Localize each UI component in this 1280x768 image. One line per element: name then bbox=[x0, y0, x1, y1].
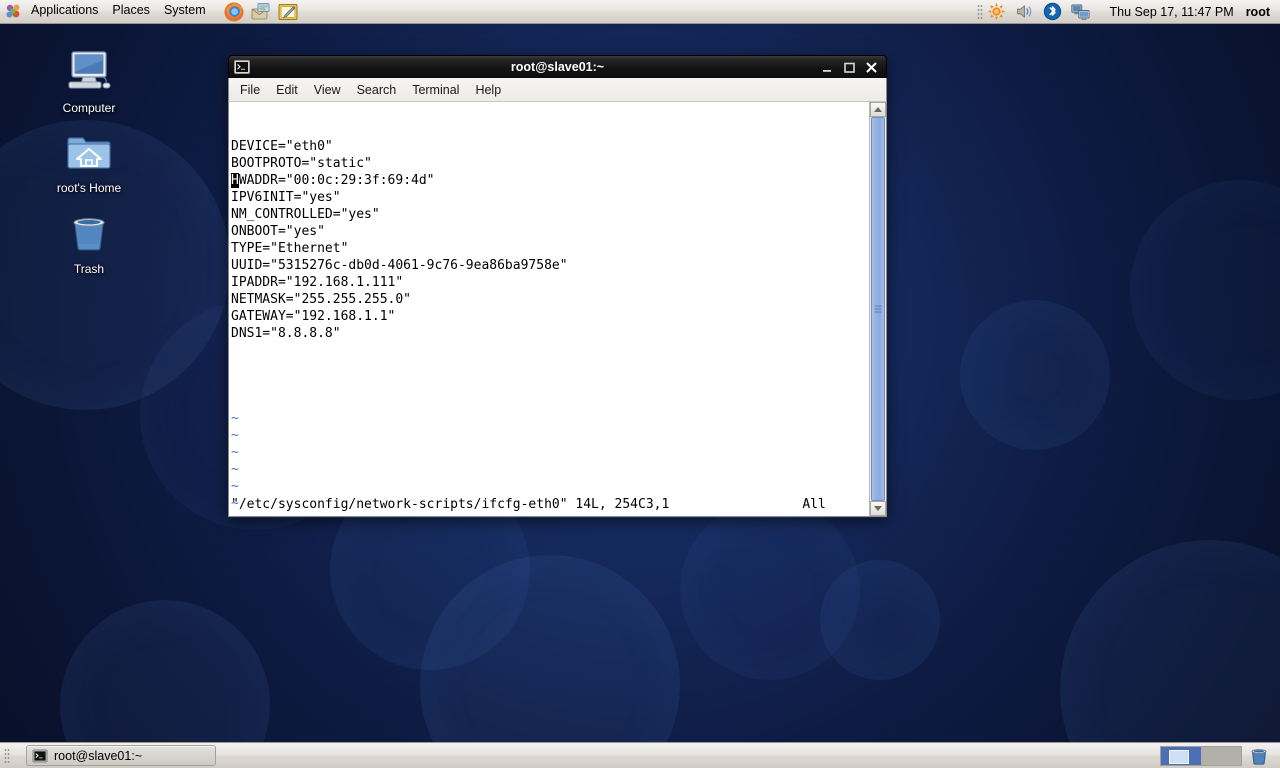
vim-buffer-line: GATEWAY="192.168.1.1" bbox=[231, 309, 396, 324]
vim-buffer-line: DNS1="8.8.8.8" bbox=[231, 326, 341, 341]
vim-buffer-line: BOOTPROTO="static" bbox=[231, 156, 372, 171]
vim-buffer-line: IPADDR="192.168.1.111" bbox=[231, 275, 404, 290]
desktop-icon-home[interactable]: root's Home bbox=[34, 126, 144, 195]
vim-buffer-line: ONBOOT="yes" bbox=[231, 224, 325, 239]
bottom-panel: root@slave01:~ bbox=[0, 742, 1280, 768]
system-tray bbox=[987, 2, 1090, 21]
network-monitors-icon[interactable] bbox=[1070, 2, 1090, 21]
evolution-mail-icon[interactable] bbox=[250, 1, 272, 23]
workspace-1[interactable] bbox=[1161, 746, 1201, 765]
window-titlebar[interactable]: root@slave01:~ bbox=[228, 55, 887, 78]
menu-applications[interactable]: Applications bbox=[24, 0, 105, 24]
vim-buffer-lines: DEVICE="eth0" BOOTPROTO="static" HWADDR="0… bbox=[231, 138, 869, 376]
workspace-window-preview bbox=[1169, 749, 1189, 764]
scroll-up-icon[interactable] bbox=[870, 102, 886, 117]
menu-help[interactable]: Help bbox=[467, 80, 509, 100]
window-controls bbox=[821, 61, 878, 74]
vim-buffer-line: DEVICE="eth0" bbox=[231, 139, 333, 154]
vim-buffer-line: IPV6INIT="yes" bbox=[231, 190, 341, 205]
maximize-icon[interactable] bbox=[843, 61, 856, 74]
vim-buffer-line: UUID="5315276c-db0d-4061-9c76-9ea86ba975… bbox=[231, 258, 568, 273]
workspace-switcher[interactable] bbox=[1160, 745, 1242, 766]
vim-buffer-line bbox=[231, 359, 869, 376]
scrollbar-grip-icon bbox=[874, 305, 882, 313]
workspace-2[interactable] bbox=[1201, 746, 1241, 765]
vim-editor-buffer[interactable]: DEVICE="eth0" BOOTPROTO="static" HWADDR="0… bbox=[229, 102, 869, 516]
trash-bin-icon bbox=[63, 207, 115, 259]
window-title: root@slave01:~ bbox=[510, 60, 605, 74]
vim-buffer-line: NETMASK="255.255.255.0" bbox=[231, 292, 412, 307]
close-icon[interactable] bbox=[865, 61, 878, 74]
terminal-window[interactable]: root@slave01:~ File Edit View Search Ter… bbox=[228, 55, 887, 518]
desktop-icon-label: root's Home bbox=[56, 181, 122, 195]
speaker-icon[interactable] bbox=[1015, 2, 1034, 21]
taskbar-window-label: root@slave01:~ bbox=[54, 748, 143, 763]
scrollbar-track[interactable] bbox=[870, 117, 886, 501]
sun-icon[interactable] bbox=[987, 2, 1006, 21]
menu-system[interactable]: System bbox=[157, 0, 213, 24]
vim-buffer-line: HWADDR="00:0c:29:3f:69:4d" bbox=[231, 173, 435, 188]
computer-monitor-icon bbox=[63, 46, 115, 98]
desktop-icon-computer[interactable]: Computer bbox=[34, 46, 144, 115]
scroll-down-icon[interactable] bbox=[870, 501, 886, 516]
desktop-icon-label: Computer bbox=[62, 101, 116, 115]
menu-terminal[interactable]: Terminal bbox=[404, 80, 467, 100]
top-panel: Applications Places System Thu Sep 17, 1… bbox=[0, 0, 1280, 24]
menu-places[interactable]: Places bbox=[105, 0, 157, 24]
terminal-icon bbox=[32, 748, 48, 764]
desktop-icon-trash[interactable]: Trash bbox=[34, 207, 144, 276]
vim-buffer-line bbox=[231, 342, 869, 359]
tray-grip-handle[interactable] bbox=[976, 3, 983, 20]
gnome-foot-icon[interactable] bbox=[5, 3, 22, 20]
terminal-body[interactable]: DEVICE="eth0" BOOTPROTO="static" HWADDR="0… bbox=[228, 102, 887, 517]
bluetooth-icon[interactable] bbox=[1043, 2, 1062, 21]
user-menu[interactable]: root bbox=[1242, 3, 1280, 21]
menu-view[interactable]: View bbox=[306, 80, 349, 100]
clock[interactable]: Thu Sep 17, 11:47 PM bbox=[1102, 3, 1242, 21]
menu-edit[interactable]: Edit bbox=[268, 80, 306, 100]
minimize-icon[interactable] bbox=[821, 61, 834, 74]
vim-status-line: "/etc/sysconfig/network-scripts/ifcfg-et… bbox=[231, 497, 826, 512]
vim-empty-line-marker: ~ bbox=[231, 445, 239, 460]
menu-file[interactable]: File bbox=[232, 80, 268, 100]
terminal-scrollbar[interactable] bbox=[869, 102, 886, 516]
firefox-icon[interactable] bbox=[223, 1, 245, 23]
panel-launchers bbox=[223, 1, 299, 23]
vim-empty-line-marker: ~ bbox=[231, 411, 239, 426]
text-editor-icon[interactable] bbox=[277, 1, 299, 23]
vim-cursor: H bbox=[231, 173, 239, 188]
vim-empty-line-marker: ~ bbox=[231, 479, 239, 494]
desktop-screen: Applications Places System Thu Sep 17, 1… bbox=[0, 0, 1280, 768]
terminal-icon bbox=[233, 58, 251, 76]
vim-empty-line-marker: ~ bbox=[231, 428, 239, 443]
trash-bin-icon[interactable] bbox=[1248, 745, 1270, 767]
scrollbar-thumb[interactable] bbox=[871, 117, 885, 501]
menu-search[interactable]: Search bbox=[349, 80, 405, 100]
terminal-menubar: File Edit View Search Terminal Help bbox=[228, 78, 887, 102]
vim-buffer-line: NM_CONTROLLED="yes" bbox=[231, 207, 380, 222]
vim-empty-line-marker: ~ bbox=[231, 462, 239, 477]
home-folder-icon bbox=[63, 126, 115, 178]
desktop-icon-label: Trash bbox=[73, 262, 105, 276]
taskbar-window-button[interactable]: root@slave01:~ bbox=[26, 745, 216, 766]
vim-buffer-line: TYPE="Ethernet" bbox=[231, 241, 349, 256]
taskbar-grip-handle[interactable] bbox=[4, 747, 10, 764]
